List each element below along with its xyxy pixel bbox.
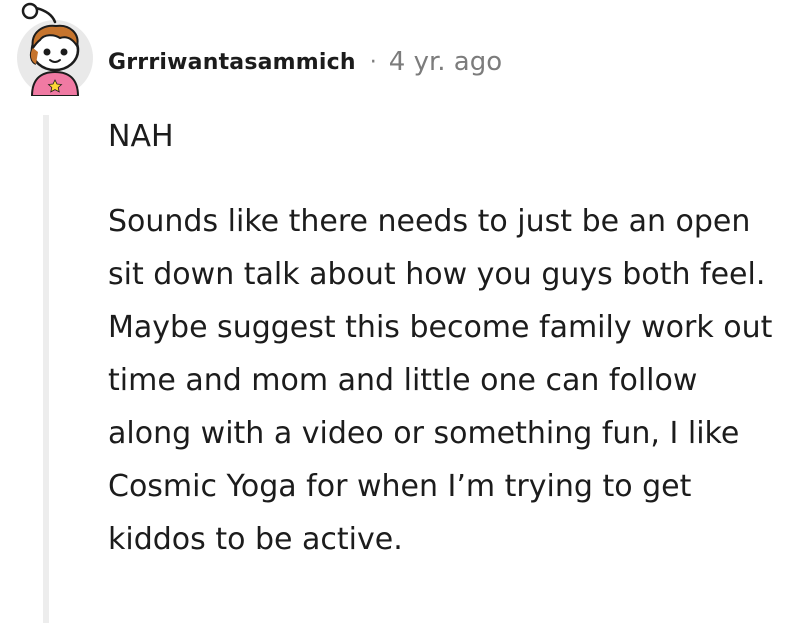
snoo-avatar-icon [17,2,93,97]
timestamp-link[interactable]: 4 yr. ago [389,47,502,77]
username-link[interactable]: Grrriwantasammich [108,50,356,75]
meta-separator: · [369,49,377,75]
comment: Grrriwantasammich · 4 yr. ago NAH Sounds… [0,0,800,623]
thread-collapse-line[interactable] [43,115,49,623]
comment-paragraph: NAH [108,119,174,154]
comment-paragraph: Sounds like there needs to just be an op… [108,204,773,557]
avatar[interactable] [14,2,96,97]
comment-body: NAH Sounds like there needs to just be a… [108,110,788,566]
comment-header: Grrriwantasammich · 4 yr. ago [108,44,502,80]
